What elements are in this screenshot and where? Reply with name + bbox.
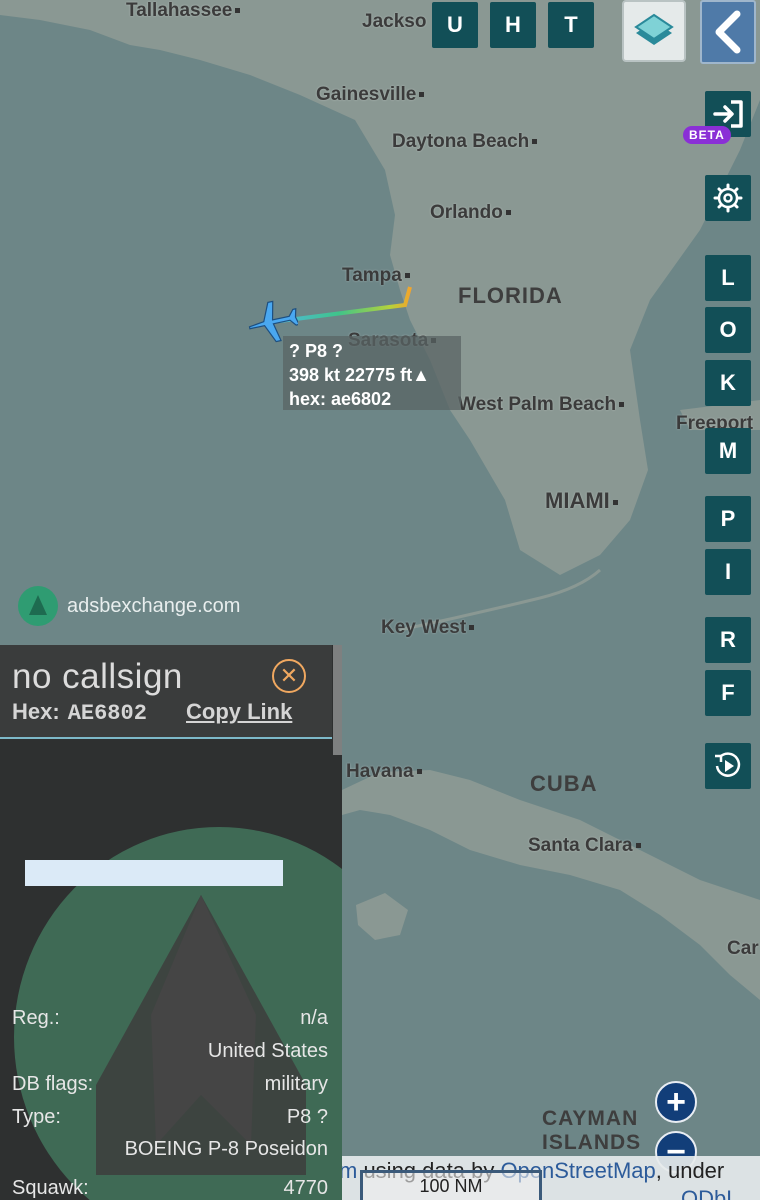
logo-text: adsbexchange.com — [67, 594, 241, 617]
scale-bar: 100 NM — [360, 1170, 542, 1200]
beta-badge: BETA — [683, 126, 731, 144]
chevron-left-icon — [715, 10, 741, 54]
aircraft-info-panel: no callsign Hex: AE6802 Copy Link ✕ Reg.:… — [0, 645, 342, 1200]
info-key: DB flags: — [12, 1073, 94, 1095]
city-havana: Havana — [346, 761, 422, 783]
city-daytona-beach: Daytona Beach — [392, 131, 537, 153]
city-gainesville: Gainesville — [316, 84, 424, 106]
toggle-r-button[interactable]: R — [705, 617, 751, 663]
aircraft-label-hex: hex: ae6802 — [289, 389, 392, 409]
toggle-u-button[interactable]: U — [432, 2, 478, 48]
hex-line: Hex: AE6802 — [12, 699, 147, 726]
info-value: United States — [207, 1040, 328, 1062]
zoom-in-button[interactable]: + — [655, 1081, 697, 1123]
toggle-k-button[interactable]: K — [705, 360, 751, 406]
info-key: Type: — [12, 1106, 61, 1128]
placeholder-logo-icon — [96, 895, 306, 1175]
region-florida: FLORIDA — [458, 283, 563, 308]
attribution-prefix: m — [341, 1158, 358, 1183]
info-key: Squawk: — [12, 1177, 89, 1199]
hex-label: Hex: — [12, 699, 60, 724]
attribution-suffix: , under — [655, 1158, 725, 1183]
copy-link[interactable]: Copy Link — [186, 699, 292, 725]
region-cuba: CUBA — [530, 771, 598, 796]
adsbexchange-logo: adsbexchange.com — [18, 586, 240, 626]
logo-icon — [18, 586, 58, 626]
hex-value: AE6802 — [67, 701, 147, 726]
odbl-link[interactable]: ODbL — [681, 1186, 738, 1200]
info-value: n/a — [300, 1007, 328, 1029]
collapse-sidebar-button[interactable] — [700, 0, 756, 64]
callsign-title: no callsign — [12, 657, 183, 696]
city-west-palm-beach: West Palm Beach — [458, 394, 624, 416]
panel-scrollbar[interactable] — [333, 645, 342, 755]
toggle-t-button[interactable]: T — [548, 2, 594, 48]
info-value: BOEING P-8 Poseidon — [124, 1138, 328, 1160]
aircraft-photo-bar[interactable] — [25, 860, 283, 886]
toggle-m-button[interactable]: M — [705, 428, 751, 474]
info-value: military — [264, 1073, 328, 1095]
city-tampa: Tampa — [342, 265, 410, 287]
settings-button[interactable] — [705, 175, 751, 221]
panel-header: no callsign Hex: AE6802 Copy Link ✕ — [0, 645, 332, 739]
layers-button[interactable] — [622, 0, 686, 62]
city-tallahassee: Tallahassee — [126, 0, 240, 22]
region-islands: ISLANDS — [542, 1131, 642, 1154]
toggle-o-button[interactable]: O — [705, 307, 751, 353]
info-value: P8 ? — [286, 1106, 328, 1128]
toggle-i-button[interactable]: I — [705, 549, 751, 595]
aircraft-label[interactable]: ? P8 ? 398 kt 22775 ft▲ hex: ae6802 — [283, 336, 461, 410]
city-miami: MIAMI — [545, 488, 618, 514]
toggle-l-button[interactable]: L — [705, 255, 751, 301]
sign-in-icon — [713, 100, 743, 128]
close-panel-button[interactable]: ✕ — [272, 659, 306, 693]
city-key-west: Key West — [381, 617, 474, 639]
close-icon: ✕ — [279, 663, 299, 688]
info-value: 4770 — [283, 1177, 329, 1199]
city-camaguey: Car — [727, 938, 759, 959]
city-orlando: Orlando — [430, 202, 511, 224]
city-jacksonville: Jackso — [362, 11, 427, 32]
city-santa-clara: Santa Clara — [528, 835, 641, 857]
layers-icon — [634, 13, 674, 45]
aircraft-label-speed-alt: 398 kt 22775 ft▲ — [289, 365, 430, 385]
toggle-h-button[interactable]: H — [490, 2, 536, 48]
replay-button[interactable] — [705, 743, 751, 789]
region-cayman: CAYMAN — [542, 1107, 639, 1130]
toggle-f-button[interactable]: F — [705, 670, 751, 716]
aircraft-label-type: ? P8 ? — [289, 341, 344, 361]
info-key: Reg.: — [12, 1007, 60, 1029]
toggle-p-button[interactable]: P — [705, 496, 751, 542]
replay-icon — [715, 752, 741, 777]
gear-icon — [713, 183, 743, 213]
